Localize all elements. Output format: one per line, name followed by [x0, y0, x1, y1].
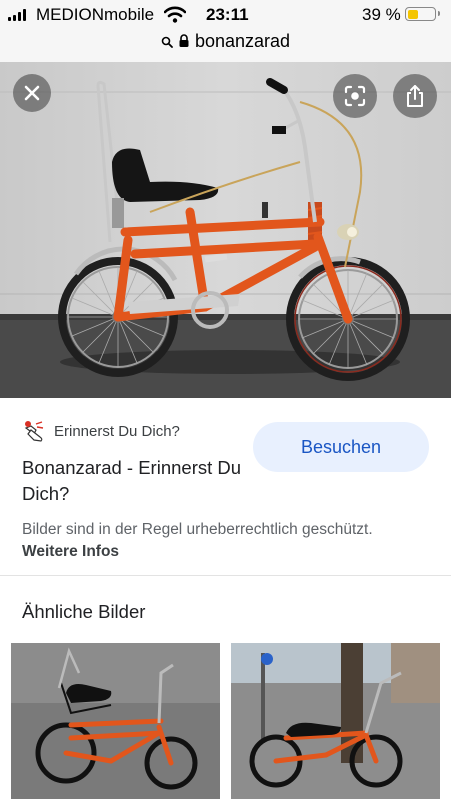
copyright-text: Bilder sind in der Regel urheberrechtlic… — [22, 521, 373, 538]
lens-button[interactable] — [333, 74, 377, 118]
similar-bike-photo-2 — [231, 643, 440, 799]
search-icon — [161, 36, 173, 48]
similar-bike-photo-1 — [11, 643, 220, 799]
close-button[interactable] — [13, 74, 51, 112]
share-button[interactable] — [393, 74, 437, 118]
lock-icon — [179, 34, 189, 47]
source-row[interactable]: Erinnerst Du Dich? — [22, 420, 180, 442]
signal-icon — [8, 9, 26, 21]
status-bar: MEDIONmobile 23:11 39 % — [0, 0, 451, 30]
url-domain: bonanzarad — [194, 31, 291, 51]
divider — [0, 575, 451, 576]
bike-photo — [0, 62, 451, 398]
close-icon — [24, 85, 40, 101]
battery-icon — [405, 7, 440, 21]
copyright-notice: Bilder sind in der Regel urheberrechtlic… — [22, 519, 432, 563]
source-name: Erinnerst Du Dich? — [54, 422, 180, 440]
result-title[interactable]: Bonanzarad - Erinnerst Du Dich? — [22, 455, 252, 507]
hand-pointer-icon — [24, 421, 44, 442]
url-bar[interactable]: bonanzarad — [0, 30, 451, 63]
battery-percent: 39 % — [362, 5, 401, 24]
clock: 23:11 — [206, 5, 249, 24]
visit-button[interactable]: Besuchen — [253, 422, 429, 472]
similar-image-2[interactable] — [231, 643, 440, 799]
more-info-link[interactable]: Weitere Infos — [22, 543, 119, 560]
carrier-name: MEDIONmobile — [36, 5, 155, 24]
similar-image-1[interactable] — [11, 643, 220, 799]
result-image[interactable] — [0, 62, 451, 398]
lens-icon — [344, 85, 366, 107]
similar-images-heading: Ähnliche Bilder — [22, 601, 146, 622]
wifi-icon — [164, 6, 186, 23]
share-icon — [407, 85, 423, 107]
battery-level — [407, 9, 418, 19]
